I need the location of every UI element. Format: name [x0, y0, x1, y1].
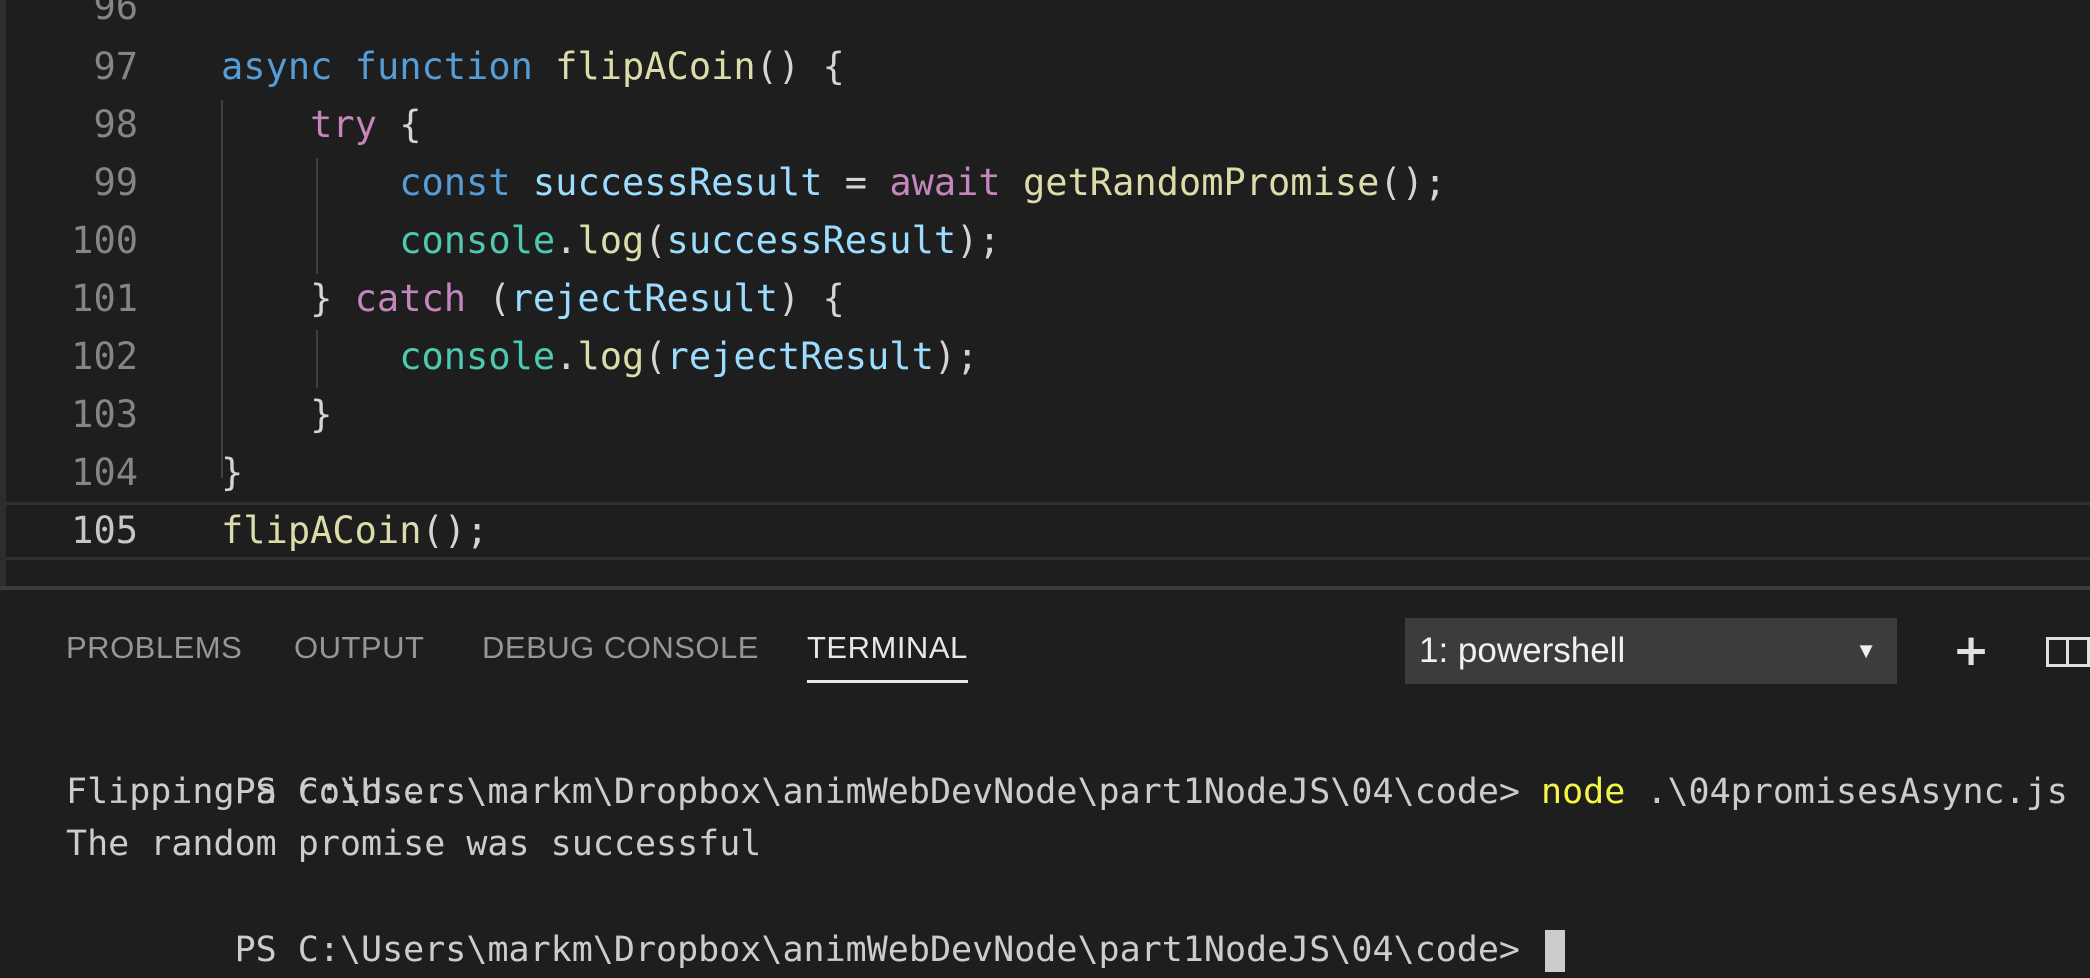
terminal-final-prompt: PS C:\Users\markm\Dropbox\animWebDevNode… — [234, 930, 1542, 970]
terminal-select-value: 1: powershell — [1419, 631, 1626, 670]
code-editor[interactable]: 96 97 async function flipACoin() {98 try {… — [0, 0, 2090, 586]
vscode-window: 96 97 async function flipACoin() {98 try {… — [0, 0, 2090, 978]
terminal-line-command: PS C:\Users\markm\Dropbox\animWebDevNode… — [66, 714, 2068, 812]
code-line[interactable]: 100 console.log(successResult); — [6, 212, 2090, 270]
code-token: . — [555, 219, 578, 262]
code-line[interactable]: 102 console.log(rejectResult); — [6, 328, 2090, 386]
code-token: successResult — [666, 219, 957, 262]
code-token: function — [354, 45, 533, 88]
chevron-down-icon: ▼ — [1855, 638, 1877, 663]
code-token: log — [577, 219, 645, 262]
line-number: 104 — [71, 451, 138, 494]
code-token: async — [221, 45, 333, 88]
tab-terminal[interactable]: TERMINAL — [807, 630, 968, 683]
terminal-output[interactable]: PS C:\Users\markm\Dropbox\animWebDevNode… — [0, 700, 2090, 978]
line-number: 101 — [71, 277, 138, 320]
code-text: } — [221, 386, 332, 444]
code-token: { — [376, 103, 422, 146]
code-line[interactable]: 99 const successResult = await getRandom… — [6, 154, 2090, 212]
code-line[interactable]: 104} — [6, 444, 2090, 502]
code-token: } — [221, 393, 333, 436]
code-token: . — [555, 335, 578, 378]
code-text: } catch (rejectResult) { — [221, 270, 845, 328]
code-text: console.log(successResult); — [221, 212, 1001, 270]
code-token: } — [221, 277, 355, 320]
code-token: getRandomPromise — [1022, 161, 1380, 204]
code-token: rejectResult — [510, 277, 778, 320]
code-text: } — [221, 444, 243, 502]
split-terminal-icon[interactable] — [2046, 618, 2090, 684]
code-token: catch — [354, 277, 467, 320]
terminal-command: node — [1541, 772, 1626, 812]
code-line[interactable]: 96 — [6, 0, 2090, 36]
code-line[interactable]: 101 } catch (rejectResult) { — [6, 270, 2090, 328]
code-token: ) { — [777, 277, 845, 320]
code-token: ( — [466, 277, 511, 320]
code-line[interactable]: 98 try { — [6, 96, 2090, 154]
code-line[interactable]: 103 } — [6, 386, 2090, 444]
terminal-command-args: .\04promisesAsync.js — [1625, 772, 2068, 812]
code-token: ( — [644, 335, 667, 378]
code-token: log — [577, 335, 645, 378]
code-line[interactable]: 105 flipACoin(); — [6, 502, 2090, 560]
line-number: 103 — [71, 393, 138, 436]
line-number: 97 — [93, 45, 138, 88]
line-number: 99 — [93, 161, 138, 204]
code-token: (); — [1379, 161, 1447, 204]
code-token: = — [822, 161, 890, 204]
code-token: } — [221, 451, 244, 494]
tab-debug-console[interactable]: DEBUG CONSOLE — [482, 630, 759, 680]
code-text: const successResult = await getRandomPro… — [221, 154, 1446, 212]
tab-problems[interactable]: PROBLEMS — [66, 630, 242, 680]
code-token: try — [310, 103, 377, 146]
code-token: console — [399, 335, 556, 378]
code-token: flipACoin — [555, 45, 756, 88]
code-text: console.log(rejectResult); — [221, 328, 978, 386]
code-token: const — [399, 161, 511, 204]
panel-tab-bar: PROBLEMS OUTPUT DEBUG CONSOLE TERMINAL 1… — [0, 590, 2090, 700]
terminal-line-prompt: PS C:\Users\markm\Dropbox\animWebDevNode… — [66, 872, 1566, 972]
code-token: () { — [755, 45, 845, 88]
code-token: console — [399, 219, 556, 262]
line-number: 100 — [71, 219, 138, 262]
code-token: await — [889, 161, 1001, 204]
plus-icon[interactable]: + — [1950, 618, 1992, 684]
code-token: ); — [956, 219, 1001, 262]
terminal-cursor — [1545, 930, 1566, 972]
code-text: async function flipACoin() { — [221, 38, 845, 96]
terminal-output-line: The random promise was successful — [66, 824, 762, 864]
line-number: 105 — [71, 509, 138, 552]
code-token: ( — [644, 219, 667, 262]
line-number: 98 — [93, 103, 138, 146]
line-number: 96 — [93, 0, 138, 28]
code-token: successResult — [532, 161, 823, 204]
code-line[interactable]: 97 async function flipACoin() { — [6, 38, 2090, 96]
terminal-output-line: Flipping a coin... — [66, 772, 446, 812]
code-text: flipACoin(); — [221, 505, 488, 557]
code-token: flipACoin — [221, 509, 422, 552]
code-text: try { — [221, 96, 422, 154]
code-token: (); — [421, 509, 489, 552]
line-number: 102 — [71, 335, 138, 378]
split-icon-divider — [2066, 637, 2069, 667]
tab-output[interactable]: OUTPUT — [294, 630, 424, 680]
code-token: ); — [933, 335, 979, 378]
code-token: rejectResult — [666, 335, 934, 378]
terminal-select-dropdown[interactable]: 1: powershell ▼ — [1405, 618, 1897, 684]
bottom-panel: PROBLEMS OUTPUT DEBUG CONSOLE TERMINAL 1… — [0, 586, 2090, 978]
